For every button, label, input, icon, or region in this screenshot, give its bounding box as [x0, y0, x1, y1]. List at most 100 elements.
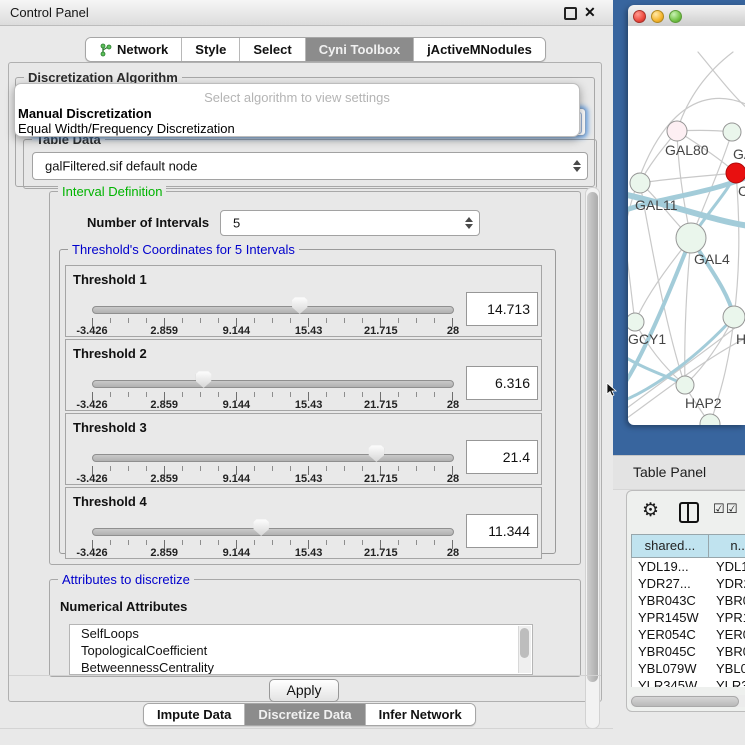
cell-shared-name[interactable]: YDR27... [632, 575, 710, 592]
node-label-c: C [738, 183, 745, 199]
threshold-4-value-field[interactable]: 11.344 [466, 514, 538, 548]
table-row[interactable]: YBL079W YBL0 [632, 660, 745, 677]
node-ga[interactable] [723, 123, 741, 141]
thresholds-group-title: Threshold's Coordinates for 5 Intervals [68, 242, 299, 257]
algorithm-option-manual[interactable]: Manual Discretization [18, 106, 152, 121]
cell-name[interactable]: YER0 [710, 626, 745, 643]
node-gal11[interactable] [630, 173, 650, 193]
cell-name[interactable]: YBL0 [710, 660, 745, 677]
network-canvas[interactable]: GAL80 GA C GAL11 GAL4 GCY1 H HAP2 [628, 26, 745, 425]
tab-style[interactable]: Style [181, 38, 239, 61]
tab-discretize-data[interactable]: Discretize Data [244, 704, 364, 725]
cell-name[interactable]: YPR1 [710, 609, 745, 626]
cell-shared-name[interactable]: YBR045C [632, 643, 710, 660]
cell-shared-name[interactable]: YDL19... [632, 558, 710, 575]
table-row[interactable]: YDR27... YDR2 [632, 575, 745, 592]
threshold-1-value-field[interactable]: 14.713 [466, 292, 538, 326]
columns-icon[interactable] [679, 502, 699, 523]
tick-label: 15.43 [295, 473, 323, 485]
node-gcy1[interactable] [628, 313, 644, 331]
table-data-group: Table Data galFiltered.sif default node [23, 139, 597, 189]
control-panel-titlebar: Control Panel ✕ [0, 0, 613, 26]
slider-tick-labels: -3.426 2.859 9.144 15.43 21.715 28 [92, 472, 453, 484]
minimize-traffic-light[interactable] [651, 10, 664, 23]
cell-shared-name[interactable]: YPR145W [632, 609, 710, 626]
table-row[interactable]: YLR345W YLR3 [632, 677, 745, 687]
gear-icon[interactable]: ⚙ [642, 499, 659, 522]
threshold-4-card: Threshold 4 -3.426 2.859 9.144 15.43 21.… [65, 487, 542, 559]
table-data-combobox[interactable]: galFiltered.sif default node [32, 152, 588, 180]
tick-label: 21.715 [364, 473, 398, 485]
algorithm-dropdown-popup: Select algorithm to view settings Manual… [14, 83, 580, 137]
scrollbar-thumb[interactable] [587, 192, 598, 682]
float-window-icon[interactable] [564, 7, 577, 20]
number-of-intervals-combobox[interactable]: 5 [220, 210, 480, 236]
tab-jactivemnodules-label: jActiveMNodules [427, 42, 532, 57]
algorithm-option-equal-width[interactable]: Equal Width/Frequency Discretization [18, 121, 235, 136]
threshold-1-label: Threshold 1 [73, 272, 147, 287]
tab-network[interactable]: Network [86, 38, 181, 61]
cell-name[interactable]: YBR0 [710, 643, 745, 660]
cell-name[interactable]: YDL1 [710, 558, 745, 575]
node-label-ga: GA [733, 146, 745, 162]
tab-select[interactable]: Select [239, 38, 304, 61]
node-red-selected[interactable] [726, 163, 745, 183]
column-header-name[interactable]: n... [709, 534, 745, 558]
tab-cyni-toolbox[interactable]: Cyni Toolbox [305, 38, 413, 61]
node-gal4[interactable] [676, 223, 706, 253]
settings-vertical-scrollbar[interactable] [585, 187, 600, 729]
cell-name[interactable]: YDR2 [710, 575, 745, 592]
node-h[interactable] [723, 306, 745, 328]
attributes-list-scrollbar[interactable] [518, 626, 531, 673]
node-hap2[interactable] [676, 376, 694, 394]
table-row[interactable]: YBR045C YBR0 [632, 643, 745, 660]
cell-shared-name[interactable]: YLR345W [632, 677, 710, 687]
cell-shared-name[interactable]: YBR043C [632, 592, 710, 609]
cell-shared-name[interactable]: YBL079W [632, 660, 710, 677]
table-row[interactable]: YDL19... YDL1 [632, 558, 745, 575]
table-row[interactable]: YBR043C YBR0 [632, 592, 745, 609]
threshold-3-slider-thumb[interactable] [368, 445, 384, 462]
tab-impute-data[interactable]: Impute Data [144, 704, 244, 725]
zoom-traffic-light[interactable] [669, 10, 682, 23]
footer-divider [9, 675, 601, 676]
tick-label: 2.859 [150, 325, 178, 337]
node-gal80[interactable] [667, 121, 687, 141]
tick-label: 21.715 [364, 399, 398, 411]
tab-style-label: Style [195, 42, 226, 57]
tick-label: 28 [447, 399, 459, 411]
tab-jactivemnodules[interactable]: jActiveMNodules [413, 38, 545, 61]
list-item-betweennesscentrality[interactable]: BetweennessCentrality [70, 659, 532, 675]
cyni-bottom-tabbar: Impute Data Discretize Data Infer Networ… [143, 703, 476, 726]
cell-name[interactable]: YBR0 [710, 592, 745, 609]
table-panel-title: Table Panel [633, 464, 706, 480]
node-label-gcy1: GCY1 [628, 331, 666, 347]
node-partial[interactable] [700, 414, 720, 425]
threshold-4-slider-thumb[interactable] [253, 519, 269, 536]
cell-name[interactable]: YLR3 [710, 677, 745, 687]
list-item-topologicalcoefficient[interactable]: TopologicalCoefficient [70, 642, 532, 659]
tab-cyni-toolbox-label: Cyni Toolbox [319, 42, 400, 57]
cell-shared-name[interactable]: YER054C [632, 626, 710, 643]
tick-label: 28 [447, 325, 459, 337]
apply-button[interactable]: Apply [269, 679, 339, 702]
column-header-shared-name[interactable]: shared... [631, 534, 709, 558]
table-row[interactable]: YPR145W YPR1 [632, 609, 745, 626]
scrollbar-thumb[interactable] [520, 628, 529, 658]
table-horizontal-scrollbar[interactable] [629, 695, 745, 707]
threshold-1-slider-thumb[interactable] [292, 297, 308, 314]
close-icon[interactable]: ✕ [584, 4, 596, 21]
select-none-checkbox-icon[interactable]: ☑ [726, 501, 738, 517]
table-row[interactable]: YER054C YER0 [632, 626, 745, 643]
threshold-2-value-field[interactable]: 6.316 [466, 366, 538, 400]
scrollbar-thumb[interactable] [631, 696, 739, 707]
threshold-2-slider-thumb[interactable] [196, 371, 212, 388]
tick-label: 28 [447, 547, 459, 559]
select-all-checkbox-icon[interactable]: ☑ [713, 501, 725, 517]
close-traffic-light[interactable] [633, 10, 646, 23]
tab-infer-network[interactable]: Infer Network [365, 704, 475, 725]
desktop-background: GAL80 GA C GAL11 GAL4 GCY1 H HAP2 [613, 0, 745, 455]
threshold-3-value-field[interactable]: 21.4 [466, 440, 538, 474]
list-item-selfloops[interactable]: SelfLoops [70, 625, 532, 642]
combo-stepper-icon [465, 217, 473, 229]
